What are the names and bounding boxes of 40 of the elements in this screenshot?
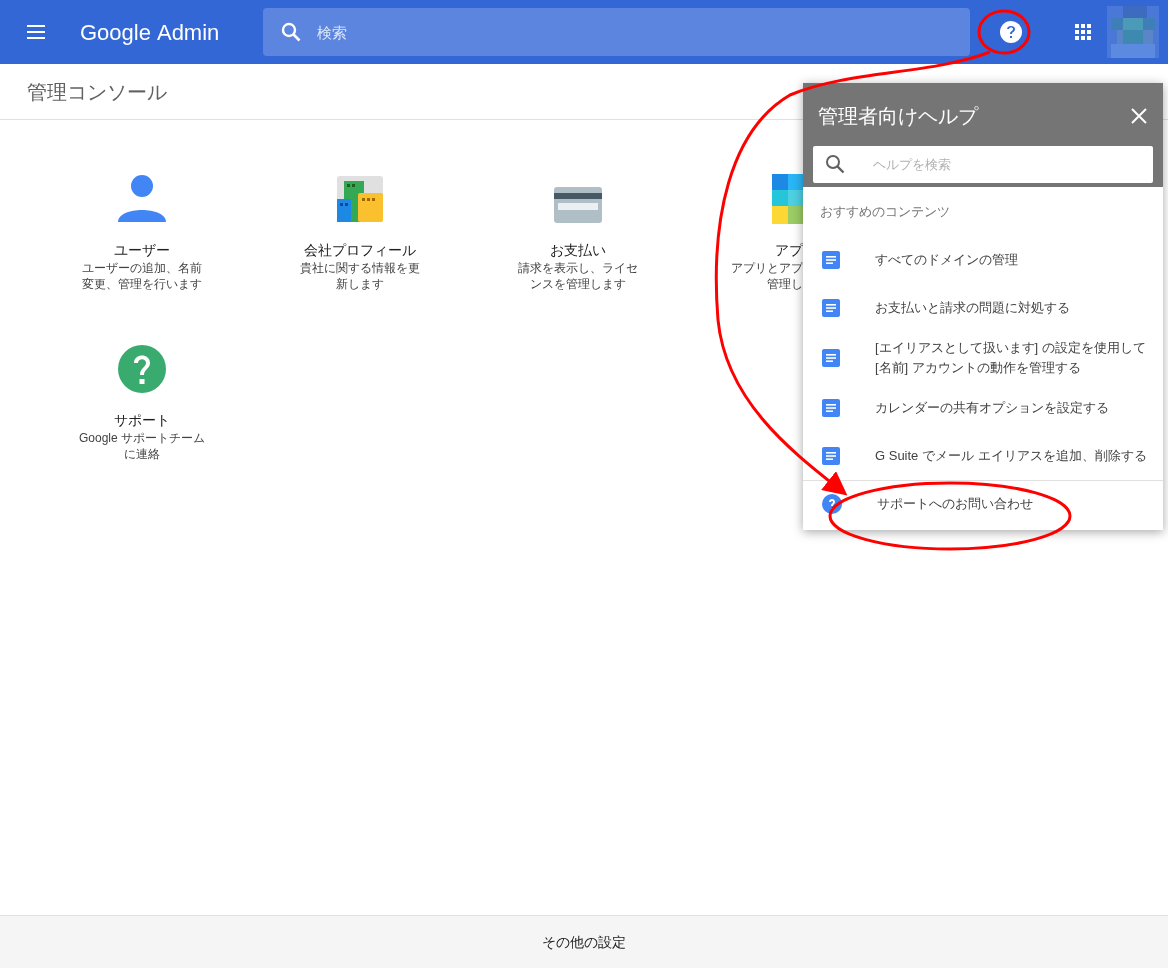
help-icon (117, 344, 167, 394)
card-title[interactable]: サポート (114, 410, 170, 430)
logo-product: Admin (156, 18, 220, 47)
document-icon (822, 398, 840, 417)
close-icon[interactable] (1131, 108, 1147, 124)
document-icon (822, 298, 840, 317)
panel-title: 管理者向けヘルプ (818, 104, 978, 129)
help-article-link[interactable]: [エイリアスとして扱います] の設定を使用して [名前] アカウントの動作を管理する (803, 331, 1163, 384)
help-article-link[interactable]: サポートへのお問い合わせ (803, 479, 1163, 528)
help-icon (822, 494, 842, 514)
apps-grid-icon (772, 174, 803, 224)
credit-card-icon (553, 186, 603, 224)
help-search-field[interactable]: ヘルプを検索 (813, 146, 1153, 183)
document-icon (822, 446, 840, 465)
more-settings-link[interactable]: その他の設定 (542, 931, 626, 953)
help-icon[interactable] (1000, 21, 1023, 43)
search-icon (281, 22, 302, 42)
card-description: 管理し (767, 276, 803, 292)
logo-brand: Google (80, 18, 151, 47)
help-article-link[interactable]: お支払いと請求の問題に対処する (803, 283, 1163, 332)
card-title[interactable]: ユーザー (114, 240, 170, 260)
card-title[interactable]: お支払い (550, 240, 606, 260)
document-icon (822, 348, 840, 367)
card-description: 貴社に関する情報を更新します (299, 260, 421, 292)
card-description: Google サポートチームに連絡 (78, 430, 206, 462)
card-title[interactable]: 会社プロフィール (304, 240, 416, 260)
section-heading: おすすめのコンテンツ (819, 203, 951, 221)
search-icon (825, 154, 845, 174)
person-icon (117, 174, 167, 224)
help-article-link[interactable]: すべてのドメインの管理 (803, 235, 1163, 284)
apps-launcher-icon[interactable] (1075, 24, 1092, 40)
card-description: アプリとアプ (731, 260, 803, 276)
card-description: ユーザーの追加、名前変更、管理を行います (81, 260, 203, 292)
buildings-icon (335, 174, 385, 224)
card-title: アプ (775, 241, 803, 260)
help-article-link[interactable]: カレンダーの共有オプションを設定する (803, 383, 1163, 432)
help-article-link[interactable]: G Suite でメール エイリアスを追加、削除する (803, 431, 1163, 480)
page-title: 管理コンソール (27, 79, 167, 105)
card-description: 請求を表示し、ライセンスを管理します (517, 260, 639, 292)
document-icon (822, 250, 840, 269)
